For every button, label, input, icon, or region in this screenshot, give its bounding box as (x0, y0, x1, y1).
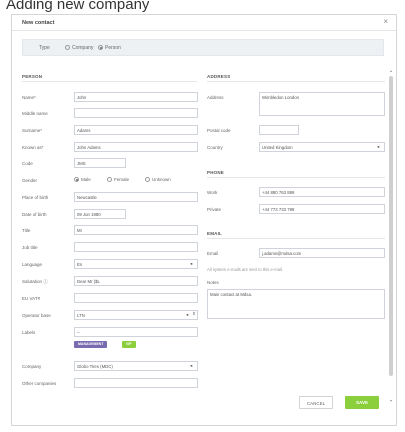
middle-name-field[interactable] (74, 108, 198, 118)
gender-unknown-label: Unknown (152, 177, 171, 182)
dropdown-icon[interactable]: ◂ (190, 363, 192, 369)
other-companies-label: Other companies (22, 381, 57, 386)
date-of-birth-field[interactable]: 09 Jun 1980 (74, 209, 126, 219)
language-label: Language (22, 262, 43, 267)
divider (207, 177, 385, 178)
phone-heading: PHONE (207, 170, 225, 175)
dropdown-icon[interactable]: ◂ (186, 312, 188, 318)
gender-label: Gender (22, 178, 38, 183)
surname-field[interactable]: Adams (74, 125, 198, 135)
place-of-birth-label: Place of birth (22, 195, 49, 200)
type-person-radio[interactable]: Person (98, 45, 121, 51)
postal-code-label: Postal code (207, 128, 231, 133)
name-field[interactable]: John (74, 92, 198, 102)
type-label: Type (39, 45, 50, 51)
address-heading: ADDRESS (207, 74, 231, 79)
date-of-birth-label: Date of birth (22, 212, 47, 217)
radio-icon (145, 177, 150, 182)
job-title-label: Job title (22, 245, 38, 250)
language-select[interactable]: En (74, 259, 198, 269)
scroll-thumb[interactable] (389, 76, 393, 376)
divider (207, 238, 385, 239)
person-heading: PERSON (22, 74, 43, 79)
gender-female-label: Female (114, 177, 130, 182)
type-company-label: Company (72, 45, 94, 51)
type-company-radio[interactable]: Company (65, 45, 93, 51)
labels-label: Labels (22, 330, 36, 335)
radio-checked-icon (74, 177, 79, 182)
code-label: Code (22, 161, 33, 166)
private-phone-field[interactable]: +44 773 733 798 (259, 204, 385, 214)
work-phone-label: Work (207, 190, 218, 195)
dropdown-icon[interactable]: ◂ (190, 261, 192, 267)
private-phone-label: Private (207, 207, 222, 212)
scroll-up-icon[interactable]: ▴ (388, 68, 394, 73)
gender-male-radio[interactable]: Male (74, 177, 91, 182)
salutation-label-text: Salutation (22, 279, 43, 284)
middle-name-label: Middle name (22, 111, 48, 116)
place-of-birth-field[interactable]: Newcastle (74, 192, 198, 202)
eu-vat-field[interactable] (74, 293, 198, 303)
known-as-field[interactable]: John Adams (74, 142, 198, 152)
modal-header: New contact × (12, 15, 396, 31)
modal-title: New contact (22, 20, 55, 26)
page-title: Adding new company (6, 0, 150, 13)
spinner-icon[interactable]: ⇕ (192, 311, 196, 317)
type-person-label: Person (105, 45, 121, 51)
gender-unknown-radio[interactable]: Unknown (145, 177, 171, 182)
label-tag-management[interactable]: MANAGEMENT (74, 341, 108, 348)
radio-checked-icon (98, 45, 103, 50)
salutation-label: Salutation ⓘ (22, 279, 48, 285)
save-button[interactable]: SAVE (345, 396, 379, 409)
labels-field[interactable]: -- (74, 327, 198, 337)
type-selector: Type Company Person (22, 39, 384, 56)
operator-base-select[interactable]: LTN (74, 310, 198, 320)
country-label: Country (207, 145, 223, 150)
email-field[interactable]: j.adams@mdsa.com (259, 248, 385, 258)
company-label: Company (22, 364, 42, 369)
dropdown-icon[interactable]: ◂ (377, 144, 379, 150)
title-field[interactable]: Mr (74, 225, 198, 235)
gender-female-radio[interactable]: Female (107, 177, 129, 182)
scroll-down-icon[interactable]: ▾ (388, 398, 394, 403)
gender-male-label: Male (81, 177, 91, 182)
email-heading: EMAIL (207, 231, 222, 236)
name-label: Name* (22, 95, 36, 100)
email-label: Email (207, 251, 219, 256)
new-contact-modal: New contact × Type Company Person PERSON… (11, 14, 397, 426)
code-field[interactable]: JMS (74, 158, 126, 168)
divider (207, 81, 385, 82)
known-as-label: Known as* (22, 145, 44, 150)
divider (22, 81, 197, 82)
radio-icon (107, 177, 112, 182)
cancel-button[interactable]: CANCEL (299, 396, 333, 409)
scrollbar[interactable]: ▴ ▾ (388, 68, 394, 405)
help-icon[interactable]: ⓘ (43, 279, 48, 284)
notes-label: Notes (207, 280, 219, 285)
postal-code-field[interactable] (259, 125, 299, 135)
work-phone-field[interactable]: +44 880 763 899 (259, 187, 385, 197)
other-companies-field[interactable] (74, 378, 198, 388)
label-tag-vip[interactable]: VIP (122, 341, 136, 348)
email-note: All system e-mails are sent to this e-ma… (207, 267, 284, 272)
job-title-field[interactable] (74, 242, 198, 252)
operator-base-label: Operator base (22, 313, 51, 318)
notes-field[interactable]: Main contact at Mdsa. (207, 289, 385, 319)
salutation-field[interactable]: Dear Mr {$L (74, 276, 198, 286)
address-field[interactable]: Wimbledon London (259, 92, 385, 116)
address-label: Address (207, 95, 224, 100)
title-label: Title (22, 228, 31, 233)
surname-label: Surname* (22, 128, 43, 133)
country-select[interactable]: United Kingdom (259, 142, 385, 152)
radio-icon (65, 45, 70, 50)
eu-vat-label: EU VAT# (22, 296, 41, 301)
close-icon[interactable]: × (383, 18, 388, 26)
company-select[interactable]: Globo Tires (MDC) (74, 361, 198, 371)
